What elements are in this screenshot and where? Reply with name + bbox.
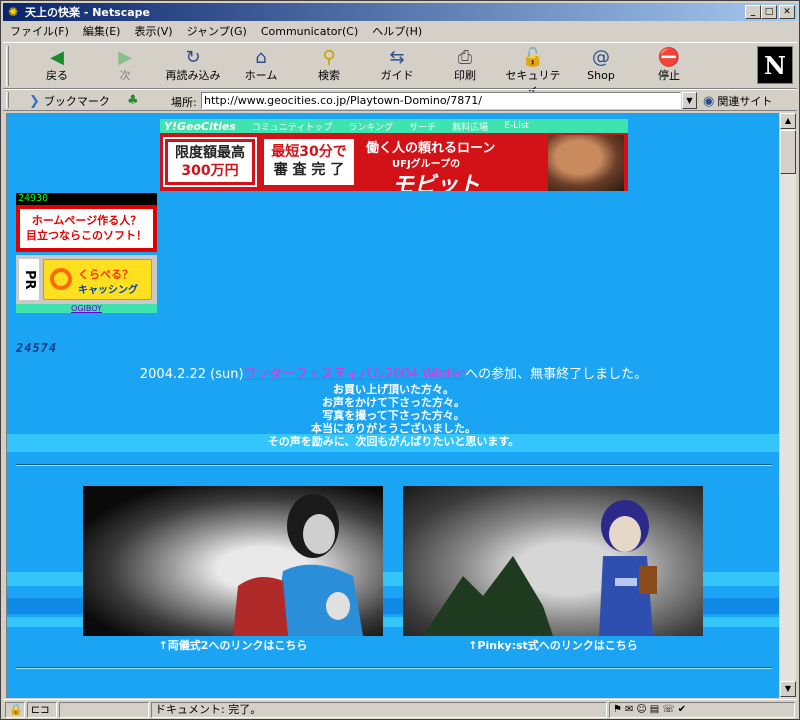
progress-bar [59,702,149,718]
reload-icon: ↻ [185,47,201,68]
menu-bar: ファイル(F) 編集(E) 表示(V) ジャンプ(G) Communicator… [3,22,797,41]
minimize-button[interactable]: _ [745,5,761,19]
shop-bag-icon: @ [592,47,610,68]
toolbar-grip[interactable] [6,46,9,86]
bookmark-icon: ❯ [29,93,40,109]
forward-arrow-icon: ▶ [118,47,132,68]
geo-link-elist[interactable]: E-List [496,121,537,131]
menu-edit[interactable]: 編集(E) [76,23,128,41]
ogiboy-link[interactable]: OGIBOY [16,304,157,313]
scroll-thumb[interactable] [780,130,796,174]
geo-link-plaza[interactable]: 無料広場 [444,120,496,133]
url-field[interactable]: http://www.geocities.co.jp/Playtown-Domi… [201,92,681,109]
pr-label: PR [19,259,39,300]
refresh-ring-icon [50,268,72,290]
window-title: 天上の快楽 - Netscape [25,6,150,19]
related-sites-icon: ◉ [703,93,715,109]
connection-icon: ⊏⊐ [27,702,57,718]
news-line: お買い上げ頂いた方々。 [333,383,454,396]
geo-link-search[interactable]: サーチ [401,120,444,133]
stop-sign-icon: ⛔ [657,47,681,68]
wonder-festival-link[interactable]: ワンダーフェスティバル2004 Winter [244,367,466,382]
menu-help[interactable]: ヘルプ(H) [365,23,429,41]
guide-signpost-icon: ⇆ [389,47,405,68]
news-line: 本当にありがとうございました。 [311,422,476,435]
ad-headline: 働く人の頼れるローン [366,141,496,156]
location-toolbar: ❯ ブックマーク ♣ 場所: http://www.geocities.co.j… [3,89,797,111]
menu-communicator[interactable]: Communicator(C) [254,23,365,41]
pinky-st-figure-photo[interactable] [403,486,703,636]
padlock-icon: 🔓 [521,47,545,68]
divider [16,464,772,466]
figure-illustration [233,494,363,636]
stop-button[interactable]: ⛔ 停止 [637,47,701,87]
location-label: 場所: [171,96,197,109]
status-text: ドキュメント: 完了。 [151,702,607,718]
ad-speed-box: 最短30分で 審 査 完 了 [264,139,354,185]
ad-spokesman-photo [548,135,624,191]
geocities-nav-bar: Y!GeoCities コミュニティトップ ランキング サーチ 無料広場 E-L… [160,119,628,133]
bookmarks-button[interactable]: ❯ ブックマーク [29,92,110,110]
security-button[interactable]: 🔓 セキュリティ [501,47,565,96]
star-burst-icon: ✺ [7,5,19,19]
photo-caption-link[interactable]: ↑両儀式2へのリンクはこちら [83,637,383,653]
ad-brand: モビット [392,173,481,191]
home-button[interactable]: ⌂ ホーム [229,47,293,87]
geocities-logo[interactable]: Y!GeoCities [160,120,244,133]
title-bar: ✺ 天上の快楽 - Netscape _ □ ✕ [3,3,797,21]
component-bar[interactable]: ⚑✉☺▤☏✔ [609,702,795,718]
news-line: 写真を撮って下さった方々。 [322,409,465,422]
netscape-logo[interactable]: N [757,46,793,84]
status-bar: 🔒 ⊏⊐ ドキュメント: 完了。 ⚑✉☺▤☏✔ [3,699,797,719]
access-counter: 24930 [16,193,157,205]
news-line: その声を励みに、次回もがんばりたいと思います。 [267,435,520,448]
close-button[interactable]: ✕ [779,5,795,19]
search-button[interactable]: ⚲ 検索 [297,47,361,87]
page-proxy-icon[interactable]: ♣ [127,93,139,108]
back-button[interactable]: ◀ 戻る [25,47,89,87]
news-section: 2004.2.22 (sun)ワンダーフェスティバル2004 Winterへの参… [7,367,779,448]
ad-limit-box: 限度額最高 300万円 [163,137,257,187]
security-lock-icon[interactable]: 🔒 [5,702,25,718]
scroll-down-button[interactable]: ▼ [780,681,796,697]
divider [16,667,772,669]
news-line: お声をかけて下さった方々。 [322,396,465,409]
menu-file[interactable]: ファイル(F) [3,23,76,41]
guide-button[interactable]: ⇆ ガイド [365,47,429,87]
reload-button[interactable]: ↻ 再読み込み [161,47,225,87]
printer-icon: ⎙ [457,47,473,68]
page-content: Y!GeoCities コミュニティトップ ランキング サーチ 無料広場 E-L… [6,113,779,698]
loan-ad-banner[interactable]: 限度額最高 300万円 最短30分で 審 査 完 了 働く人の頼れるローン UF… [160,133,628,191]
vertical-scrollbar[interactable]: ▲ ▼ [779,113,796,698]
photo-caption-link[interactable]: ↑Pinky:st式へのリンクはこちら [403,637,703,653]
kurabel-banner: くらべる？ キャッシング [43,259,152,300]
maximize-button[interactable]: □ [761,5,777,19]
related-sites-button[interactable]: ◉ 関連サイト [703,93,772,109]
toolbar-grip[interactable] [6,92,9,108]
ryougi-shiki-figure-photo[interactable] [83,486,383,636]
home-icon: ⌂ [255,47,267,68]
back-arrow-icon: ◀ [50,47,64,68]
search-icon: ⚲ [322,47,336,68]
figure-illustration [423,500,657,636]
browser-window: ✺ 天上の快楽 - Netscape _ □ ✕ ファイル(F) 編集(E) 表… [0,0,800,720]
homepage-software-ad[interactable]: ホームページ作る人？ 目立つならこのソフト！ [16,205,157,252]
menu-view[interactable]: 表示(V) [127,23,179,41]
cashing-ad[interactable]: PR くらべる？ キャッシング [16,255,157,304]
geo-link-ranking[interactable]: ランキング [340,120,401,133]
news-headline: 2004.2.22 (sun)ワンダーフェスティバル2004 Winterへの参… [139,367,648,382]
geo-link-community[interactable]: コミュニティトップ [244,120,340,133]
scroll-up-button[interactable]: ▲ [780,113,796,129]
visitor-counter: 24574 [16,341,58,355]
shop-button[interactable]: @ Shop [569,47,633,87]
forward-button[interactable]: ▶ 次 [93,47,157,87]
navigation-toolbar: ◀ 戻る ▶ 次 ↻ 再読み込み ⌂ ホーム ⚲ 検索 ⇆ ガイド ⎙ 印刷 🔓 [3,42,797,96]
menu-go[interactable]: ジャンプ(G) [180,23,254,41]
url-dropdown-button[interactable]: ▼ [682,92,697,109]
print-button[interactable]: ⎙ 印刷 [433,47,497,87]
